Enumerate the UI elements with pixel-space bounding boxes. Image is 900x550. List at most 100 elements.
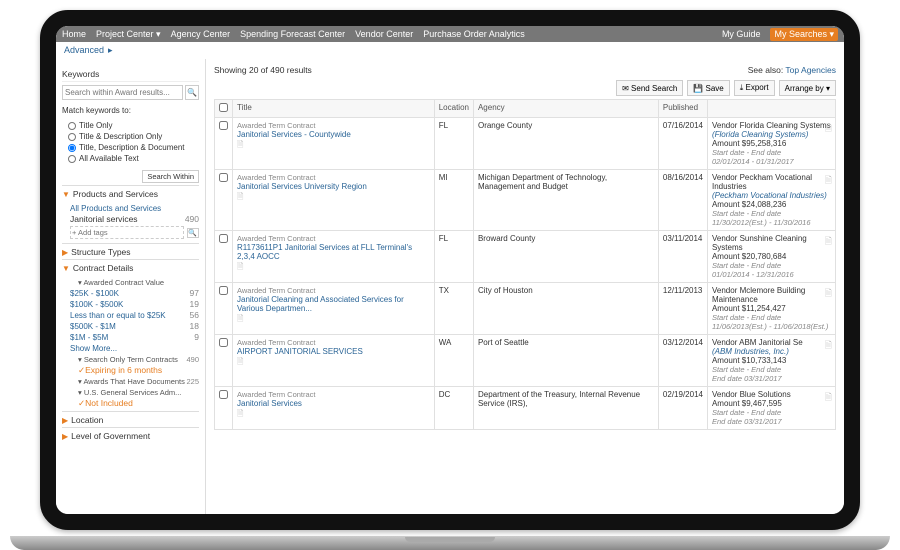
- row-title-link[interactable]: AIRPORT JANITORIAL SERVICES: [237, 347, 430, 356]
- row-title-link[interactable]: Janitorial Services University Region: [237, 182, 430, 191]
- location-section[interactable]: Location: [62, 411, 199, 427]
- send-search-button[interactable]: ✉ Send Search: [616, 80, 683, 96]
- radio-title-desc[interactable]: Title & Description Only: [68, 131, 199, 142]
- products-section[interactable]: Products and Services: [62, 185, 199, 201]
- range-500k-1m[interactable]: $500K - $1M: [70, 321, 116, 332]
- arrange-by-button[interactable]: Arrange by ▾: [779, 80, 836, 96]
- range-25k-100k[interactable]: $25K - $100K: [70, 288, 119, 299]
- document-icon[interactable]: 🗎: [825, 286, 832, 302]
- structure-section[interactable]: Structure Types: [62, 243, 199, 259]
- table-row: Awarded Term ContractJanitorial Cleaning…: [215, 283, 836, 335]
- subnav-arrow-icon: ▸: [108, 45, 113, 56]
- row-published: 02/19/2014: [658, 387, 707, 430]
- row-checkbox[interactable]: [219, 338, 228, 347]
- range-lte-25k[interactable]: Less than or equal to $25K: [70, 310, 166, 321]
- row-checkbox[interactable]: [219, 121, 228, 130]
- row-dates: 11/30/2012(Est.) - 11/30/2016: [712, 218, 811, 227]
- row-vendor-link[interactable]: (Peckham Vocational Industries): [712, 191, 831, 200]
- row-vendor: Blue Solutions: [740, 390, 791, 399]
- nav-my-searches[interactable]: My Searches ▾: [770, 28, 838, 41]
- row-subhead: Awarded Term Contract: [237, 390, 430, 399]
- row-title-link[interactable]: Janitorial Services: [237, 399, 430, 408]
- caret-icon: [62, 416, 68, 425]
- col-checkbox[interactable]: [215, 100, 233, 118]
- radio-title-only[interactable]: Title Only: [68, 120, 199, 131]
- row-vendor-link[interactable]: (Florida Cleaning Systems): [712, 130, 831, 139]
- col-location[interactable]: Location: [434, 100, 473, 118]
- tag-search-icon[interactable]: 🔍: [187, 228, 199, 238]
- row-agency: Department of the Treasury, Internal Rev…: [473, 387, 658, 430]
- row-location: FL: [434, 118, 473, 170]
- radio-title-desc-doc[interactable]: Title, Description & Document: [68, 142, 199, 153]
- row-title-link[interactable]: R1173611P1 Janitorial Services at FLL Te…: [237, 243, 430, 261]
- advanced-link[interactable]: Advanced: [64, 45, 104, 56]
- caret-icon: [62, 190, 70, 199]
- row-agency: Michigan Department of Technology, Manag…: [473, 170, 658, 231]
- document-icon[interactable]: 🗎: [825, 121, 832, 137]
- nav-my-guide[interactable]: My Guide: [722, 29, 761, 39]
- row-title-link[interactable]: Janitorial Cleaning and Associated Servi…: [237, 295, 430, 313]
- range-100k-500k[interactable]: $100K - $500K: [70, 299, 123, 310]
- row-dates: 11/06/2013(Est.) - 11/06/2018(Est.): [712, 322, 828, 331]
- add-tags-input[interactable]: [70, 226, 184, 239]
- row-subhead: Awarded Term Contract: [237, 286, 430, 295]
- row-dates: 02/01/2014 - 01/31/2017: [712, 157, 794, 166]
- nav-agency[interactable]: Agency Center: [171, 29, 231, 39]
- document-icon: 🗎: [237, 140, 243, 149]
- keywords-header: Keywords: [62, 67, 199, 82]
- caret-icon: [62, 432, 68, 441]
- document-icon[interactable]: 🗎: [825, 338, 832, 354]
- caret-icon: [62, 248, 68, 257]
- row-vendor-link[interactable]: (ABM Industries, Inc.): [712, 347, 831, 356]
- not-included-filter[interactable]: ✓Not Included: [78, 398, 133, 408]
- save-button[interactable]: 💾 Save: [687, 80, 729, 96]
- col-title[interactable]: Title: [233, 100, 435, 118]
- top-agencies-link[interactable]: Top Agencies: [785, 65, 836, 75]
- col-agency[interactable]: Agency: [473, 100, 658, 118]
- match-label: Match keywords to:: [62, 103, 199, 116]
- row-agency: City of Houston: [473, 283, 658, 335]
- row-dates: 01/01/2014 - 12/31/2016: [712, 270, 794, 279]
- export-button[interactable]: ⤓ Export: [734, 80, 775, 96]
- nav-home[interactable]: Home: [62, 29, 86, 39]
- row-checkbox[interactable]: [219, 173, 228, 182]
- document-icon[interactable]: 🗎: [825, 234, 832, 250]
- match-radio-group: Title Only Title & Description Only Titl…: [62, 116, 199, 168]
- row-location: DC: [434, 387, 473, 430]
- row-checkbox[interactable]: [219, 390, 228, 399]
- row-agency: Orange County: [473, 118, 658, 170]
- col-published[interactable]: Published: [658, 100, 707, 118]
- range-1m-5m[interactable]: $1M - $5M: [70, 332, 108, 343]
- nav-po[interactable]: Purchase Order Analytics: [423, 29, 525, 39]
- results-count: Showing 20 of 490 results: [214, 65, 312, 75]
- search-within-button[interactable]: Search Within: [142, 170, 199, 183]
- document-icon: 🗎: [237, 357, 243, 366]
- row-vendor: ABM Janitorial Se: [739, 338, 803, 347]
- results-table: Title Location Agency Published Awarded …: [214, 99, 836, 430]
- expiring-filter[interactable]: ✓Expiring in 6 months: [78, 365, 162, 375]
- nav-project[interactable]: Project Center ▾: [96, 29, 161, 40]
- table-row: Awarded Term ContractJanitorial Services…: [215, 387, 836, 430]
- show-more-link[interactable]: Show More...: [70, 343, 199, 354]
- row-checkbox[interactable]: [219, 286, 228, 295]
- results-toolbar: ✉ Send Search 💾 Save ⤓ Export Arrange by…: [214, 77, 836, 99]
- level-section[interactable]: Level of Government: [62, 427, 199, 443]
- radio-all-text[interactable]: All Available Text: [68, 153, 199, 164]
- nav-spending[interactable]: Spending Forecast Center: [240, 29, 345, 39]
- row-title-link[interactable]: Janitorial Services - Countywide: [237, 130, 430, 139]
- all-products-link[interactable]: All Products and Services: [70, 203, 199, 214]
- row-checkbox[interactable]: [219, 234, 228, 243]
- nav-vendor[interactable]: Vendor Center: [355, 29, 413, 39]
- table-row: Awarded Term ContractJanitorial Services…: [215, 170, 836, 231]
- contract-section[interactable]: Contract Details: [62, 259, 199, 275]
- row-location: MI: [434, 170, 473, 231]
- search-icon[interactable]: 🔍: [185, 85, 199, 100]
- keyword-search-input[interactable]: [62, 85, 183, 100]
- document-icon[interactable]: 🗎: [825, 173, 832, 189]
- row-subhead: Awarded Term Contract: [237, 173, 430, 182]
- document-icon: 🗎: [237, 314, 243, 323]
- main-panel: Showing 20 of 490 results See also: Top …: [206, 59, 844, 514]
- row-subhead: Awarded Term Contract: [237, 121, 430, 130]
- row-location: WA: [434, 335, 473, 387]
- document-icon[interactable]: 🗎: [825, 390, 832, 406]
